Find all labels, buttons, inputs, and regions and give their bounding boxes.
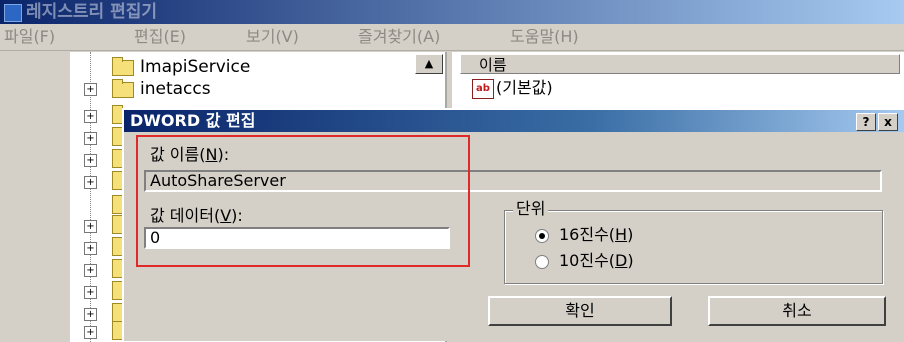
decimal-radio-label[interactable]: 10진수(D) (559, 251, 634, 271)
menu-edit[interactable]: 편집(E) (134, 24, 186, 50)
expand-icon[interactable]: + (84, 242, 97, 255)
base-groupbox: 단위 16진수(H) 10진수(D) (504, 199, 883, 284)
window-title: 레지스트리 편집기 (26, 2, 158, 22)
expand-icon[interactable]: + (84, 154, 97, 167)
string-value-icon: ab (472, 79, 494, 99)
column-header-name[interactable]: 이름 (460, 54, 900, 74)
expand-icon[interactable]: + (84, 326, 97, 339)
menu-favorites[interactable]: 즐겨찾기(A) (358, 24, 440, 50)
value-list[interactable]: 이름 ab (기본값) (452, 52, 904, 112)
registry-editor-icon (4, 4, 22, 22)
base-group-title: 단위 (513, 199, 549, 219)
dialog-title: DWORD 값 편집 (130, 111, 256, 130)
ok-button[interactable]: 확인 (488, 296, 672, 326)
dialog-title-bar: DWORD 값 편집 ? x (124, 110, 904, 132)
folder-icon (112, 79, 134, 98)
expand-icon[interactable]: + (84, 220, 97, 233)
expand-icon[interactable]: + (84, 264, 97, 277)
expand-icon[interactable]: + (84, 110, 97, 123)
menu-help[interactable]: 도움말(H) (510, 24, 579, 50)
cancel-button[interactable]: 취소 (708, 296, 886, 326)
scroll-up-arrow-icon[interactable]: ▲ (415, 54, 443, 74)
window-title-bar: 레지스트리 편집기 (0, 0, 904, 24)
close-button[interactable]: x (878, 113, 898, 131)
expand-icon[interactable]: + (84, 308, 97, 321)
menu-file[interactable]: 파일(F) (4, 24, 55, 50)
expand-icon[interactable]: + (84, 286, 97, 299)
hex-radio[interactable] (535, 229, 549, 243)
tree-item-label: inetaccs (140, 79, 211, 99)
help-button[interactable]: ? (856, 113, 876, 131)
menu-view[interactable]: 보기(V) (246, 24, 299, 50)
expand-icon[interactable]: + (84, 83, 97, 96)
folder-icon (112, 57, 134, 76)
expand-icon[interactable]: + (84, 176, 97, 189)
menu-bar: 파일(F) 편집(E) 보기(V) 즐겨찾기(A) 도움말(H) (0, 24, 904, 51)
hex-radio-label[interactable]: 16진수(H) (559, 225, 633, 245)
default-value-label[interactable]: (기본값) (496, 78, 553, 98)
highlight-box (136, 135, 470, 267)
tree-item-label: ImapiService (140, 57, 251, 77)
decimal-radio[interactable] (535, 255, 549, 269)
expand-icon[interactable]: + (84, 132, 97, 145)
